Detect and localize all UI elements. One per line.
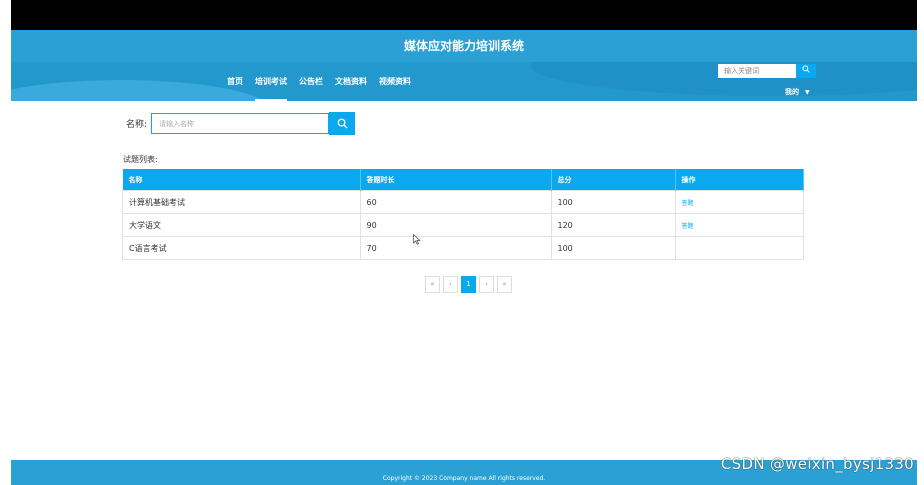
- search-icon: [337, 118, 348, 129]
- name-search-input[interactable]: 请输入名称: [151, 113, 330, 134]
- main-nav: 首页 培训考试 公告栏 文档资料 视频资料: [227, 76, 411, 101]
- column-header-action: 操作: [675, 169, 804, 191]
- top-search: 输入关键词: [718, 64, 816, 78]
- last-page-button[interactable]: »: [497, 276, 512, 293]
- copyright-text: Copyright © 2023 Company name All rights…: [382, 475, 546, 482]
- table-row: 计算机基础考试 60 100 答题: [122, 190, 804, 214]
- column-header-name: 名称: [122, 169, 361, 191]
- first-page-button[interactable]: «: [425, 276, 440, 293]
- row-action-cell: 答题: [674, 190, 804, 214]
- site-header: 媒体应对能力培训系统: [11, 30, 917, 62]
- row-name-cell: C语言考试: [122, 236, 361, 260]
- nav-item-home[interactable]: 首页: [227, 76, 243, 87]
- row-name-cell: 大学语文: [122, 213, 361, 237]
- left-margin: [0, 0, 11, 485]
- answer-link[interactable]: 答题: [682, 223, 694, 230]
- watermark-text: CSDN @weixin_bysj1330: [720, 455, 914, 473]
- chevron-down-icon: ▼: [805, 89, 810, 96]
- nav-item-videos[interactable]: 视频资料: [379, 76, 411, 87]
- table-row: C语言考试 70 100: [122, 236, 804, 260]
- current-page-button[interactable]: 1: [461, 276, 476, 293]
- row-duration-cell: 70: [359, 236, 552, 260]
- user-menu[interactable]: 我的 ▼: [785, 87, 810, 97]
- table-header-row: 名称 答题时长 总分 操作: [122, 169, 804, 191]
- top-search-button[interactable]: [796, 64, 816, 78]
- row-duration-cell: 90: [359, 213, 552, 237]
- mouse-cursor-icon: [413, 234, 421, 245]
- table-row: 大学语文 90 120 答题: [122, 213, 804, 237]
- top-black-bar: [11, 0, 917, 30]
- next-page-button[interactable]: ›: [479, 276, 494, 293]
- answer-link[interactable]: 答题: [682, 200, 694, 207]
- site-title: 媒体应对能力培训系统: [403, 39, 524, 53]
- name-search-row: 名称: 请输入名称: [126, 112, 356, 135]
- pagination: « ‹ 1 › »: [425, 276, 512, 293]
- row-action-cell: [674, 236, 804, 260]
- name-search-button[interactable]: [329, 112, 356, 135]
- row-duration-cell: 60: [359, 190, 552, 214]
- nav-item-training-exam[interactable]: 培训考试: [255, 76, 287, 101]
- column-header-duration: 答题时长: [360, 169, 552, 191]
- question-table: 名称 答题时长 总分 操作 计算机基础考试 60 100 答题 大学语文 90 …: [122, 169, 804, 260]
- prev-page-button[interactable]: ‹: [443, 276, 458, 293]
- row-score-cell: 100: [550, 236, 676, 260]
- search-icon: [802, 65, 810, 73]
- column-header-score: 总分: [551, 169, 676, 191]
- nav-item-documents[interactable]: 文档资料: [335, 76, 367, 87]
- nav-band: 首页 培训考试 公告栏 文档资料 视频资料 输入关键词 我的 ▼: [11, 62, 917, 101]
- user-menu-label: 我的: [785, 88, 799, 96]
- keyword-search-input[interactable]: 输入关键词: [718, 64, 796, 78]
- row-score-cell: 120: [550, 213, 676, 237]
- name-search-label: 名称:: [126, 120, 148, 130]
- right-margin: [917, 0, 924, 485]
- question-list-title: 试题列表:: [123, 155, 158, 164]
- row-name-cell: 计算机基础考试: [122, 190, 361, 214]
- row-score-cell: 100: [550, 190, 676, 214]
- nav-item-bulletin[interactable]: 公告栏: [299, 76, 323, 87]
- row-action-cell: 答题: [674, 213, 804, 237]
